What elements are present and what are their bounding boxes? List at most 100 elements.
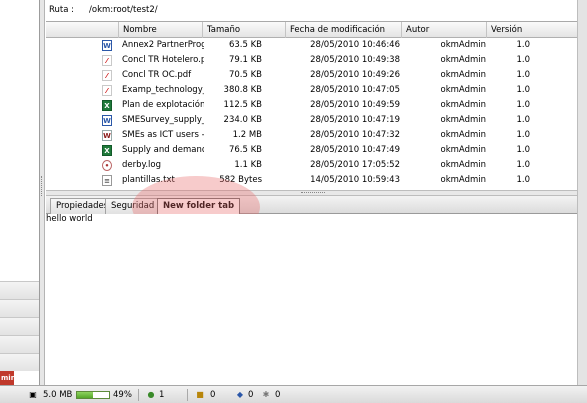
word-icon: W	[102, 40, 112, 51]
lock-icon[interactable]: ■	[195, 390, 205, 400]
cell-date: 28/05/2010 10:46:46	[310, 40, 400, 50]
pdf-icon: ⁄	[102, 85, 112, 96]
column-header-name[interactable]: Nombre	[118, 22, 202, 38]
cell-size: 582 Bytes	[219, 175, 262, 185]
file-table: Nombre Tamaño Fecha de modificación Auto…	[46, 22, 577, 190]
cell-date: 28/05/2010 10:47:05	[310, 85, 400, 95]
left-panel-stack	[0, 281, 39, 371]
cell-name: SMESurvey_supply_G	[122, 115, 204, 125]
table-row[interactable]: X Supply and demand M 76.5 KB 28/05/2010 10…	[46, 143, 577, 158]
user-icon[interactable]: ●	[146, 390, 156, 400]
status-bar: ▣ 5.0 MB 49% ● 1 ■ 0 ◆ 0 ✱ 0	[0, 385, 587, 403]
users-count: 1	[159, 390, 165, 400]
table-row[interactable]: W SMEs as ICT users - s 1.2 MB 28/05/2010 1…	[46, 128, 577, 143]
cell-version: 1.0	[516, 40, 530, 50]
column-header-date[interactable]: Fecha de modificación	[285, 22, 401, 38]
left-panel-section-1[interactable]	[0, 281, 39, 299]
cell-size: 79.1 KB	[228, 55, 262, 65]
cell-author: okmAdmin	[440, 160, 487, 170]
table-row[interactable]: • derby.log 1.1 KB 28/05/2010 17:05:52 okmAd…	[46, 158, 577, 173]
table-row[interactable]: ⁄ Examp_technology_m 380.8 KB 28/05/2010 10…	[46, 83, 577, 98]
cell-version: 1.0	[516, 115, 530, 125]
cell-version: 1.0	[516, 145, 530, 155]
log-icon: •	[102, 160, 112, 171]
table-row[interactable]: ≡ plantillas.txt 582 Bytes 14/05/2010 10:59…	[46, 173, 577, 188]
cell-size: 76.5 KB	[228, 145, 262, 155]
splitter-grip	[41, 176, 43, 196]
cell-version: 1.0	[516, 130, 530, 140]
tab-seguridad[interactable]: Seguridad	[105, 198, 161, 214]
pdf-icon: ⁄	[102, 55, 112, 66]
status-divider	[187, 389, 188, 401]
left-panel-section-3[interactable]	[0, 317, 39, 335]
left-panel-section-2[interactable]	[0, 299, 39, 317]
excel-icon: X	[102, 145, 112, 156]
cell-author: okmAdmin	[440, 85, 487, 95]
cell-size: 1.2 MB	[232, 130, 262, 140]
cell-name: Concl TR Hotelero.pdf	[122, 55, 204, 65]
vertical-splitter[interactable]	[40, 0, 45, 385]
tab-content-text: hello world	[46, 214, 93, 224]
left-panel: min	[0, 0, 40, 385]
table-row[interactable]: ⁄ Concl TR OC.pdf 70.5 KB 28/05/2010 10:49:…	[46, 68, 577, 83]
cell-author: okmAdmin	[440, 145, 487, 155]
cell-version: 1.0	[516, 175, 530, 185]
text-file-icon: ≡	[102, 175, 112, 186]
subscribed-count: 0	[275, 390, 281, 400]
cell-size: 1.1 KB	[234, 160, 262, 170]
cell-date: 14/05/2010 10:59:43	[310, 175, 400, 185]
locked-count: 0	[210, 390, 216, 400]
left-panel-section-5[interactable]	[0, 353, 39, 371]
cell-size: 112.5 KB	[223, 100, 262, 110]
cell-name: Concl TR OC.pdf	[122, 70, 192, 80]
cell-author: okmAdmin	[440, 130, 487, 140]
cell-version: 1.0	[516, 100, 530, 110]
tab-new-folder-tab[interactable]: New folder tab	[157, 198, 241, 215]
table-row[interactable]: W SMESurvey_supply_G 234.0 KB 28/05/2010 10…	[46, 113, 577, 128]
cell-author: okmAdmin	[440, 175, 487, 185]
cell-date: 28/05/2010 10:47:49	[310, 145, 400, 155]
cell-author: okmAdmin	[440, 40, 487, 50]
path-value: /okm:root/test2/	[89, 5, 158, 15]
right-edge-panel	[577, 0, 587, 385]
column-header-version[interactable]: Versión	[486, 22, 577, 38]
table-row[interactable]: X Plan de explotación C 112.5 KB 28/05/2010…	[46, 98, 577, 113]
subscription-icon[interactable]: ✱	[261, 390, 271, 400]
disk-icon: ▣	[29, 390, 37, 399]
memory-percent: 49%	[113, 390, 132, 400]
cell-size: 234.0 KB	[223, 115, 262, 125]
cell-name: Plan de explotación C	[122, 100, 204, 110]
cell-author: okmAdmin	[440, 100, 487, 110]
cell-version: 1.0	[516, 70, 530, 80]
left-panel-section-4[interactable]	[0, 335, 39, 353]
excel-icon: X	[102, 100, 112, 111]
cell-date: 28/05/2010 17:05:52	[310, 160, 400, 170]
column-header-size[interactable]: Tamaño	[202, 22, 285, 38]
memory-progress-bar	[76, 391, 110, 399]
splitter-grip	[301, 192, 325, 194]
cell-author: okmAdmin	[440, 70, 487, 80]
tab-bar: Propiedades Seguridad New folder tab	[46, 196, 577, 215]
table-row[interactable]: ⁄ Concl TR Hotelero.pdf 79.1 KB 28/05/2010 …	[46, 53, 577, 68]
table-row[interactable]: W Annex2 PartnerProgre 63.5 KB 28/05/2010 1…	[46, 38, 577, 53]
cell-size: 70.5 KB	[228, 70, 262, 80]
cell-name: Supply and demand M	[122, 145, 204, 155]
cell-date: 28/05/2010 10:47:19	[310, 115, 400, 125]
cell-date: 28/05/2010 10:47:32	[310, 130, 400, 140]
cell-name: Examp_technology_m	[122, 85, 204, 95]
memory-progress-fill	[77, 392, 93, 398]
column-header-author[interactable]: Autor	[401, 22, 486, 38]
status-divider	[138, 389, 139, 401]
path-bar: Ruta : /okm:root/test2/	[46, 0, 587, 22]
cell-size: 63.5 KB	[228, 40, 262, 50]
checkout-count: 0	[248, 390, 254, 400]
cell-date: 28/05/2010 10:49:38	[310, 55, 400, 65]
tab-content: hello world	[46, 214, 577, 385]
checkout-icon[interactable]: ◆	[235, 390, 245, 400]
cell-name: plantillas.txt	[122, 175, 175, 185]
column-header-icon	[46, 22, 118, 38]
table-header: Nombre Tamaño Fecha de modificación Auto…	[46, 22, 577, 38]
cell-date: 28/05/2010 10:49:59	[310, 100, 400, 110]
path-label: Ruta :	[49, 5, 75, 15]
admin-tab[interactable]: min	[0, 371, 16, 385]
